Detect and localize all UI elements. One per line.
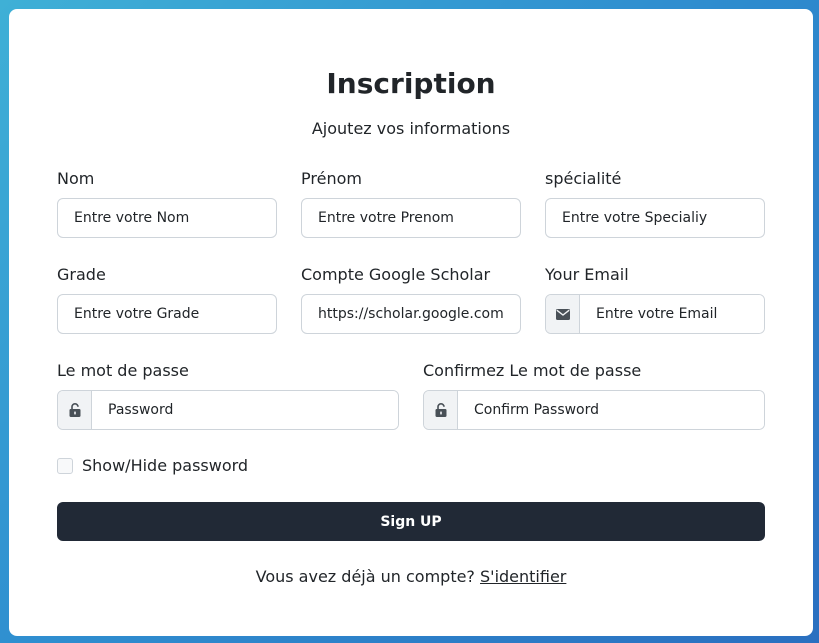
password-label: Le mot de passe [57,361,189,380]
password-input[interactable] [92,391,398,429]
scholar-input[interactable] [301,294,521,334]
unlock-icon [58,391,92,429]
grade-input[interactable] [57,294,277,334]
page-title: Inscription [326,67,496,100]
email-input-group [545,294,765,334]
page-subtitle: Ajoutez vos informations [311,119,511,138]
scholar-label: Compte Google Scholar [301,265,491,284]
show-password-checkbox[interactable] [57,458,73,474]
confirm-password-input[interactable] [458,391,764,429]
prenom-label: Prénom [301,169,362,188]
signup-button[interactable]: Sign UP [57,502,765,541]
signup-card: Inscription Ajoutez vos informations Nom… [9,9,813,636]
email-label: Your Email [545,265,629,284]
specialite-label: spécialité [545,169,622,188]
nom-label: Nom [57,169,95,188]
grade-label: Grade [57,265,106,284]
nom-input[interactable] [57,198,277,238]
prenom-input[interactable] [301,198,521,238]
login-prompt: Vous avez déjà un compte? S'identifier [9,567,813,587]
confirm-password-label: Confirmez Le mot de passe [423,361,642,380]
unlock-icon [424,391,458,429]
envelope-icon [546,295,580,333]
email-input[interactable] [580,295,764,333]
show-password-label[interactable]: Show/Hide password [82,456,248,476]
password-input-group [57,390,399,430]
show-password-row: Show/Hide password [57,456,248,476]
specialite-input[interactable] [545,198,765,238]
login-prompt-text: Vous avez déjà un compte? [255,567,481,586]
confirm-password-input-group [423,390,765,430]
login-link[interactable]: S'identifier [480,567,566,586]
